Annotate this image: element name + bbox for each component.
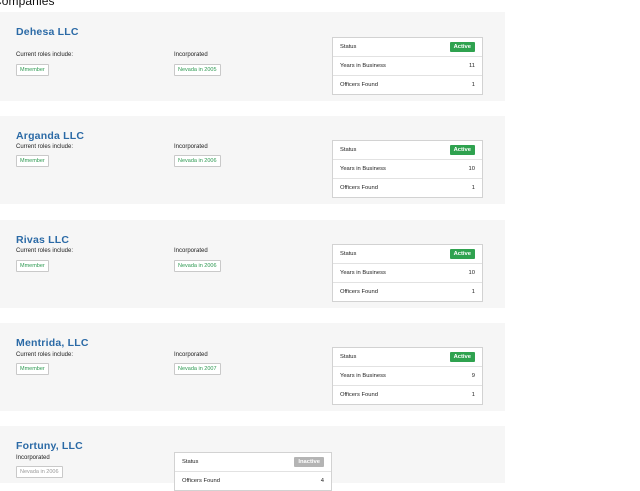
status-badge: Active — [449, 145, 475, 155]
years-value: 10 — [468, 270, 475, 276]
years-label: Years in Business — [340, 166, 386, 172]
incorporated-tag: Nevada in 2006 — [174, 260, 221, 272]
officers-row: Officers Found 1 — [333, 282, 482, 301]
company-card: Rivas LLC Current roles include: Mmember… — [0, 220, 505, 308]
company-name-link[interactable]: Dehesa LLC — [16, 26, 79, 38]
officers-row: Officers Found 1 — [333, 385, 482, 404]
status-badge: Active — [449, 42, 475, 52]
section-title: Companies — [0, 0, 55, 8]
years-label: Years in Business — [340, 63, 386, 69]
company-name-link[interactable]: Arganda LLC — [16, 130, 84, 142]
status-box: Status Active Years in Business 11 Offic… — [332, 37, 483, 95]
company-card: Dehesa LLC Current roles include: Mmembe… — [0, 12, 505, 101]
roles-label: Current roles include: — [16, 144, 74, 150]
years-value: 9 — [471, 373, 475, 379]
role-tag: Mmember — [16, 155, 49, 167]
incorporated-label: Incorporated — [174, 248, 208, 254]
officers-row: Officers Found 1 — [333, 178, 482, 197]
status-box: Status Active Years in Business 10 Offic… — [332, 140, 483, 198]
officers-row: Officers Found 4 — [175, 471, 331, 490]
company-card: Fortuny, LLC Incorporated Nevada in 2006… — [0, 426, 505, 491]
company-name-link[interactable]: Fortuny, LLC — [16, 440, 83, 452]
company-name-link[interactable]: Rivas LLC — [16, 234, 69, 246]
officers-value: 1 — [471, 392, 475, 398]
status-label: Status — [340, 147, 357, 153]
status-label: Status — [340, 354, 357, 360]
status-label: Status — [340, 44, 357, 50]
status-badge: Active — [449, 249, 475, 259]
years-row: Years in Business 9 — [333, 366, 482, 385]
years-value: 11 — [468, 63, 475, 69]
officers-row: Officers Found 1 — [333, 75, 482, 94]
incorporated-tag: Nevada in 2006 — [16, 466, 63, 478]
incorporated-tag: Nevada in 2007 — [174, 363, 221, 375]
status-badge: Active — [449, 352, 475, 362]
company-card: Mentrida, LLC Current roles include: Mme… — [0, 323, 505, 411]
role-tag: Mmember — [16, 260, 49, 272]
officers-label: Officers Found — [182, 478, 220, 484]
years-value: 10 — [468, 166, 475, 172]
years-label: Years in Business — [340, 373, 386, 379]
officers-label: Officers Found — [340, 82, 378, 88]
officers-label: Officers Found — [340, 289, 378, 295]
status-box: Status Active Years in Business 10 Offic… — [332, 244, 483, 302]
status-row: Status Inactive — [175, 453, 331, 471]
roles-label: Current roles include: — [16, 248, 74, 254]
years-label: Years in Business — [340, 270, 386, 276]
status-row: Status Active — [333, 141, 482, 159]
status-label: Status — [182, 459, 199, 465]
company-name-link[interactable]: Mentrida, LLC — [16, 337, 89, 349]
incorporated-label: Incorporated — [174, 352, 208, 358]
roles-label: Current roles include: — [16, 52, 74, 58]
status-badge: Inactive — [294, 457, 324, 467]
roles-label: Current roles include: — [16, 352, 74, 358]
incorporated-tag: Nevada in 2006 — [174, 155, 221, 167]
officers-value: 4 — [320, 478, 324, 484]
incorporated-label: Incorporated — [174, 144, 208, 150]
role-tag: Mmember — [16, 64, 49, 76]
officers-label: Officers Found — [340, 392, 378, 398]
years-row: Years in Business 11 — [333, 56, 482, 75]
officers-value: 1 — [471, 82, 475, 88]
years-row: Years in Business 10 — [333, 263, 482, 282]
years-row: Years in Business 10 — [333, 159, 482, 178]
status-box: Status Active Years in Business 9 Office… — [332, 347, 483, 405]
status-row: Status Active — [333, 245, 482, 263]
officers-label: Officers Found — [340, 185, 378, 191]
status-row: Status Active — [333, 348, 482, 366]
officers-value: 1 — [471, 289, 475, 295]
incorporated-label: Incorporated — [16, 455, 50, 461]
role-tag: Mmember — [16, 363, 49, 375]
incorporated-label: Incorporated — [174, 52, 208, 58]
incorporated-tag: Nevada in 2005 — [174, 64, 221, 76]
status-row: Status Active — [333, 38, 482, 56]
status-box: Status Inactive Officers Found 4 — [174, 452, 332, 491]
officers-value: 1 — [471, 185, 475, 191]
status-label: Status — [340, 251, 357, 257]
company-card: Arganda LLC Current roles include: Mmemb… — [0, 116, 505, 204]
